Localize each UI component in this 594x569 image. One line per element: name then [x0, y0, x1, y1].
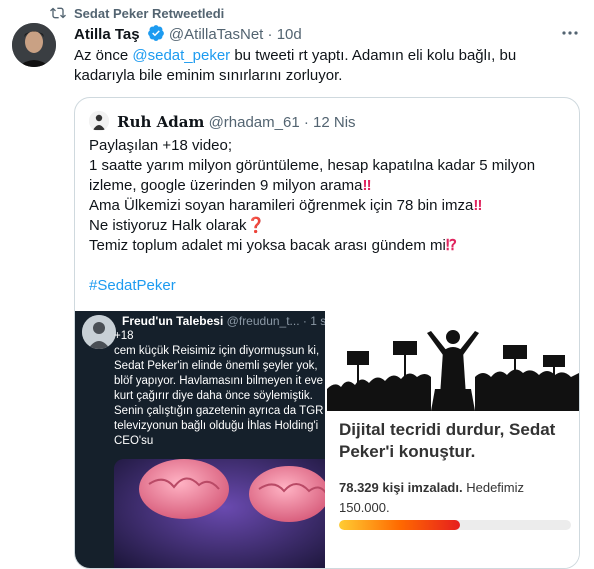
brain-image — [114, 459, 325, 568]
screenshot-author-name: Freud'un Talebesi — [122, 314, 224, 328]
quoted-line: Ama Ülkemizi soyan haramileri öğrenmek i… — [89, 197, 483, 214]
tweet-header: Atilla Taş @AtillaTasNet · 10d — [74, 24, 302, 44]
double-exclamation-emoji: ‼ — [362, 177, 372, 194]
author-handle[interactable]: @AtillaTasNet — [169, 26, 263, 43]
goal-label: Hedefimiz — [466, 480, 525, 495]
media-image-petition[interactable]: Dijital tecridi durdur, Sedat Peker'i ko… — [327, 311, 579, 568]
separator-dot: · — [267, 26, 273, 43]
screenshot-separator: · — [302, 314, 307, 328]
tweet-text: Az önce @sedat_peker bu tweeti rt yaptı.… — [74, 46, 554, 86]
hashtag-link[interactable]: #SedatPeker — [89, 277, 176, 294]
quoted-tweet-header: Ruh Adam @rhadam_61 · 12 Nis — [89, 111, 356, 131]
avatar[interactable] — [12, 23, 56, 67]
more-options-icon[interactable] — [560, 26, 580, 40]
screenshot-text: +18 cem küçük Reisimiz için diyormuşsun … — [114, 330, 324, 447]
signature-label: kişi imzaladı. — [382, 480, 463, 495]
quoted-time: 12 Nis — [313, 114, 356, 131]
interrobang-emoji: ⁉ — [445, 237, 457, 254]
petition-progress-fill — [339, 520, 461, 530]
quoted-line: Ne istiyoruz Halk olarak❓ — [89, 217, 266, 234]
crowd-silhouette-image — [327, 311, 579, 411]
retweet-icon — [50, 7, 66, 19]
signature-count: 78.329 — [339, 480, 379, 495]
petition-progress-bar — [339, 520, 571, 530]
quoted-author-handle: @rhadam_61 — [208, 114, 300, 131]
verified-badge-icon — [147, 25, 164, 41]
goal-value: 150.000. — [339, 500, 390, 515]
quoted-author-name: Ruh Adam — [117, 113, 205, 131]
tweet-time[interactable]: 10d — [277, 26, 302, 43]
double-exclamation-emoji: ‼ — [473, 197, 483, 214]
quoted-tweet[interactable]: Ruh Adam @rhadam_61 · 12 Nis Paylaşılan … — [74, 97, 580, 569]
quoted-line: 1 saatte yarım milyon görüntüleme, hesap… — [89, 157, 536, 194]
mention-link[interactable]: @sedat_peker — [132, 47, 230, 64]
author-name[interactable]: Atilla Taş — [74, 26, 140, 43]
quoted-line: Paylaşılan +18 video; — [89, 137, 233, 154]
question-mark-emoji: ❓ — [246, 217, 266, 234]
media-image-tweet-screenshot[interactable]: Freud'un Talebesi @freudun_t... · 1 sa +… — [75, 311, 325, 568]
screenshot-header: Freud'un Talebesi @freudun_t... · 1 sa — [122, 314, 325, 328]
quoted-line — [89, 256, 569, 276]
screenshot-author-handle: @freudun_t... — [226, 314, 300, 328]
tweet-text-before: Az önce — [74, 47, 133, 64]
retweet-label[interactable]: Sedat Peker Retweetledi — [74, 6, 224, 21]
quoted-separator-dot: · — [303, 114, 309, 131]
quoted-line: Temiz toplum adalet mi yoksa bacak arası… — [89, 237, 457, 254]
quoted-tweet-text: Paylaşılan +18 video; 1 saatte yarım mily… — [89, 136, 569, 296]
petition-signatures: 78.329 kişi imzaladı. Hedefimiz 150.000. — [339, 478, 574, 518]
screenshot-time: 1 sa — [310, 314, 325, 328]
quoted-line: #SedatPeker — [89, 276, 569, 296]
petition-title: Dijital tecridi durdur, Sedat Peker'i ko… — [339, 420, 556, 461]
quoted-avatar — [89, 111, 109, 131]
screenshot-avatar — [82, 315, 116, 349]
